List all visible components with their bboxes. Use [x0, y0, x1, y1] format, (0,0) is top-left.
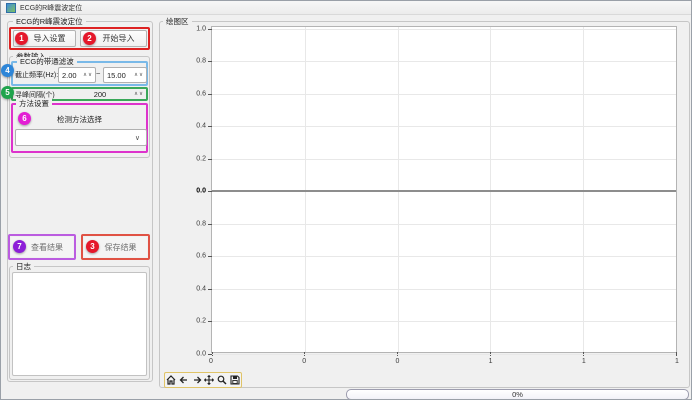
home-icon[interactable]	[166, 375, 177, 386]
y-tick-mark	[208, 191, 212, 192]
horizontal-gridline	[212, 29, 676, 30]
peak-interval-spinbox[interactable]: 200 ∧∨	[63, 89, 146, 100]
step-marker-4: 4	[1, 64, 14, 77]
window-title: ECG的R峰震波定位	[20, 3, 82, 13]
step-marker-5: 5	[1, 86, 14, 99]
x-tick-label: 1	[675, 358, 679, 365]
method-group-title: 方法设置	[16, 99, 52, 108]
y-tick-label: 0.6	[196, 90, 206, 97]
y-tick-label: 0.6	[196, 253, 206, 260]
x-tick-label: 0	[395, 358, 399, 365]
y-tick-label: 0.8	[196, 58, 206, 65]
y-tick-mark	[208, 256, 212, 257]
horizontal-gridline	[212, 159, 676, 160]
spinner-arrows-icon[interactable]: ∧∨	[134, 91, 146, 97]
cutoff-high-value: 15.00	[104, 71, 134, 80]
app-window: ECG的R峰震波定位 ECG的R峰震波定位 导入设置 1 开始导入 2 参数输入…	[0, 0, 692, 400]
plot-panel-title: 绘图区	[163, 17, 192, 26]
start-import-label: 开始导入	[93, 33, 135, 44]
spinner-arrows-icon[interactable]: ∧∨	[83, 72, 95, 78]
spinner-arrows-icon[interactable]: ∧∨	[134, 72, 146, 78]
back-icon[interactable]	[178, 375, 189, 386]
y-tick-mark	[208, 94, 212, 95]
y-tick-label: 0.0	[196, 350, 206, 357]
x-tick-label: 0	[209, 358, 213, 365]
progress-bar: 0%	[346, 389, 689, 400]
pan-icon[interactable]	[204, 375, 215, 386]
y-tick-label: 0.4	[196, 285, 206, 292]
step-marker-6: 6	[18, 112, 31, 125]
y-tick-mark	[208, 224, 212, 225]
log-textarea[interactable]	[12, 272, 147, 376]
left-panel-title: ECG的R峰震波定位	[13, 17, 86, 26]
step-marker-2: 2	[83, 32, 96, 45]
method-combobox[interactable]: ∨	[15, 129, 147, 146]
y-tick-label: 0.8	[196, 220, 206, 227]
peak-interval-value: 200	[63, 90, 134, 99]
forward-icon[interactable]	[191, 375, 202, 386]
bandpass-group-title: ECG的带通滤波	[17, 57, 77, 66]
y-tick-mark	[208, 159, 212, 160]
step-marker-7: 7	[13, 240, 26, 253]
x-tick-label: 1	[582, 358, 586, 365]
horizontal-gridline	[212, 61, 676, 62]
y-tick-mark	[208, 321, 212, 322]
cutoff-freq-label: 截止频率(Hz):	[15, 70, 58, 80]
plot-toolbar	[164, 372, 242, 388]
app-icon	[6, 3, 16, 13]
y-tick-label: 0.2	[196, 155, 206, 162]
title-bar: ECG的R峰震波定位	[1, 1, 692, 15]
y-tick-label: 0.2	[196, 318, 206, 325]
x-tick-label: 0	[302, 358, 306, 365]
subplot-divider	[212, 190, 676, 192]
horizontal-gridline	[212, 289, 676, 290]
plot-canvas[interactable]: 1.00.80.60.40.20.80.60.40.20.00.0	[211, 26, 677, 353]
log-group-title: 日志	[13, 262, 34, 271]
step-marker-1: 1	[15, 32, 28, 45]
cutoff-low-value: 2.00	[59, 71, 83, 80]
chevron-down-icon: ∨	[135, 134, 146, 142]
zoom-icon[interactable]	[216, 375, 227, 386]
horizontal-gridline	[212, 224, 676, 225]
range-separator: ~	[96, 69, 100, 78]
import-settings-label: 导入设置	[24, 33, 66, 44]
y-tick-mark	[208, 29, 212, 30]
cutoff-low-spinbox[interactable]: 2.00 ∧∨	[58, 67, 96, 83]
progress-label: 0%	[512, 390, 523, 399]
cutoff-high-spinbox[interactable]: 15.00 ∧∨	[103, 67, 147, 83]
y-tick-label: 1.0	[196, 26, 206, 33]
y-tick-mark	[208, 289, 212, 290]
y-tick-mark	[208, 126, 212, 127]
horizontal-gridline	[212, 94, 676, 95]
x-tick-label: 1	[489, 358, 493, 365]
save-icon[interactable]	[229, 375, 240, 386]
horizontal-gridline	[212, 321, 676, 322]
view-results-label: 查看结果	[21, 242, 63, 253]
save-results-label: 保存结果	[95, 242, 137, 253]
y-tick-label: 0.4	[196, 123, 206, 130]
y-tick-label: 0.0	[196, 188, 206, 195]
horizontal-gridline	[212, 256, 676, 257]
x-axis: 0 0 0 1 1 1	[211, 353, 677, 365]
y-tick-mark	[208, 61, 212, 62]
horizontal-gridline	[212, 126, 676, 127]
method-select-label: 检测方法选择	[11, 114, 148, 125]
step-marker-3: 3	[86, 240, 99, 253]
